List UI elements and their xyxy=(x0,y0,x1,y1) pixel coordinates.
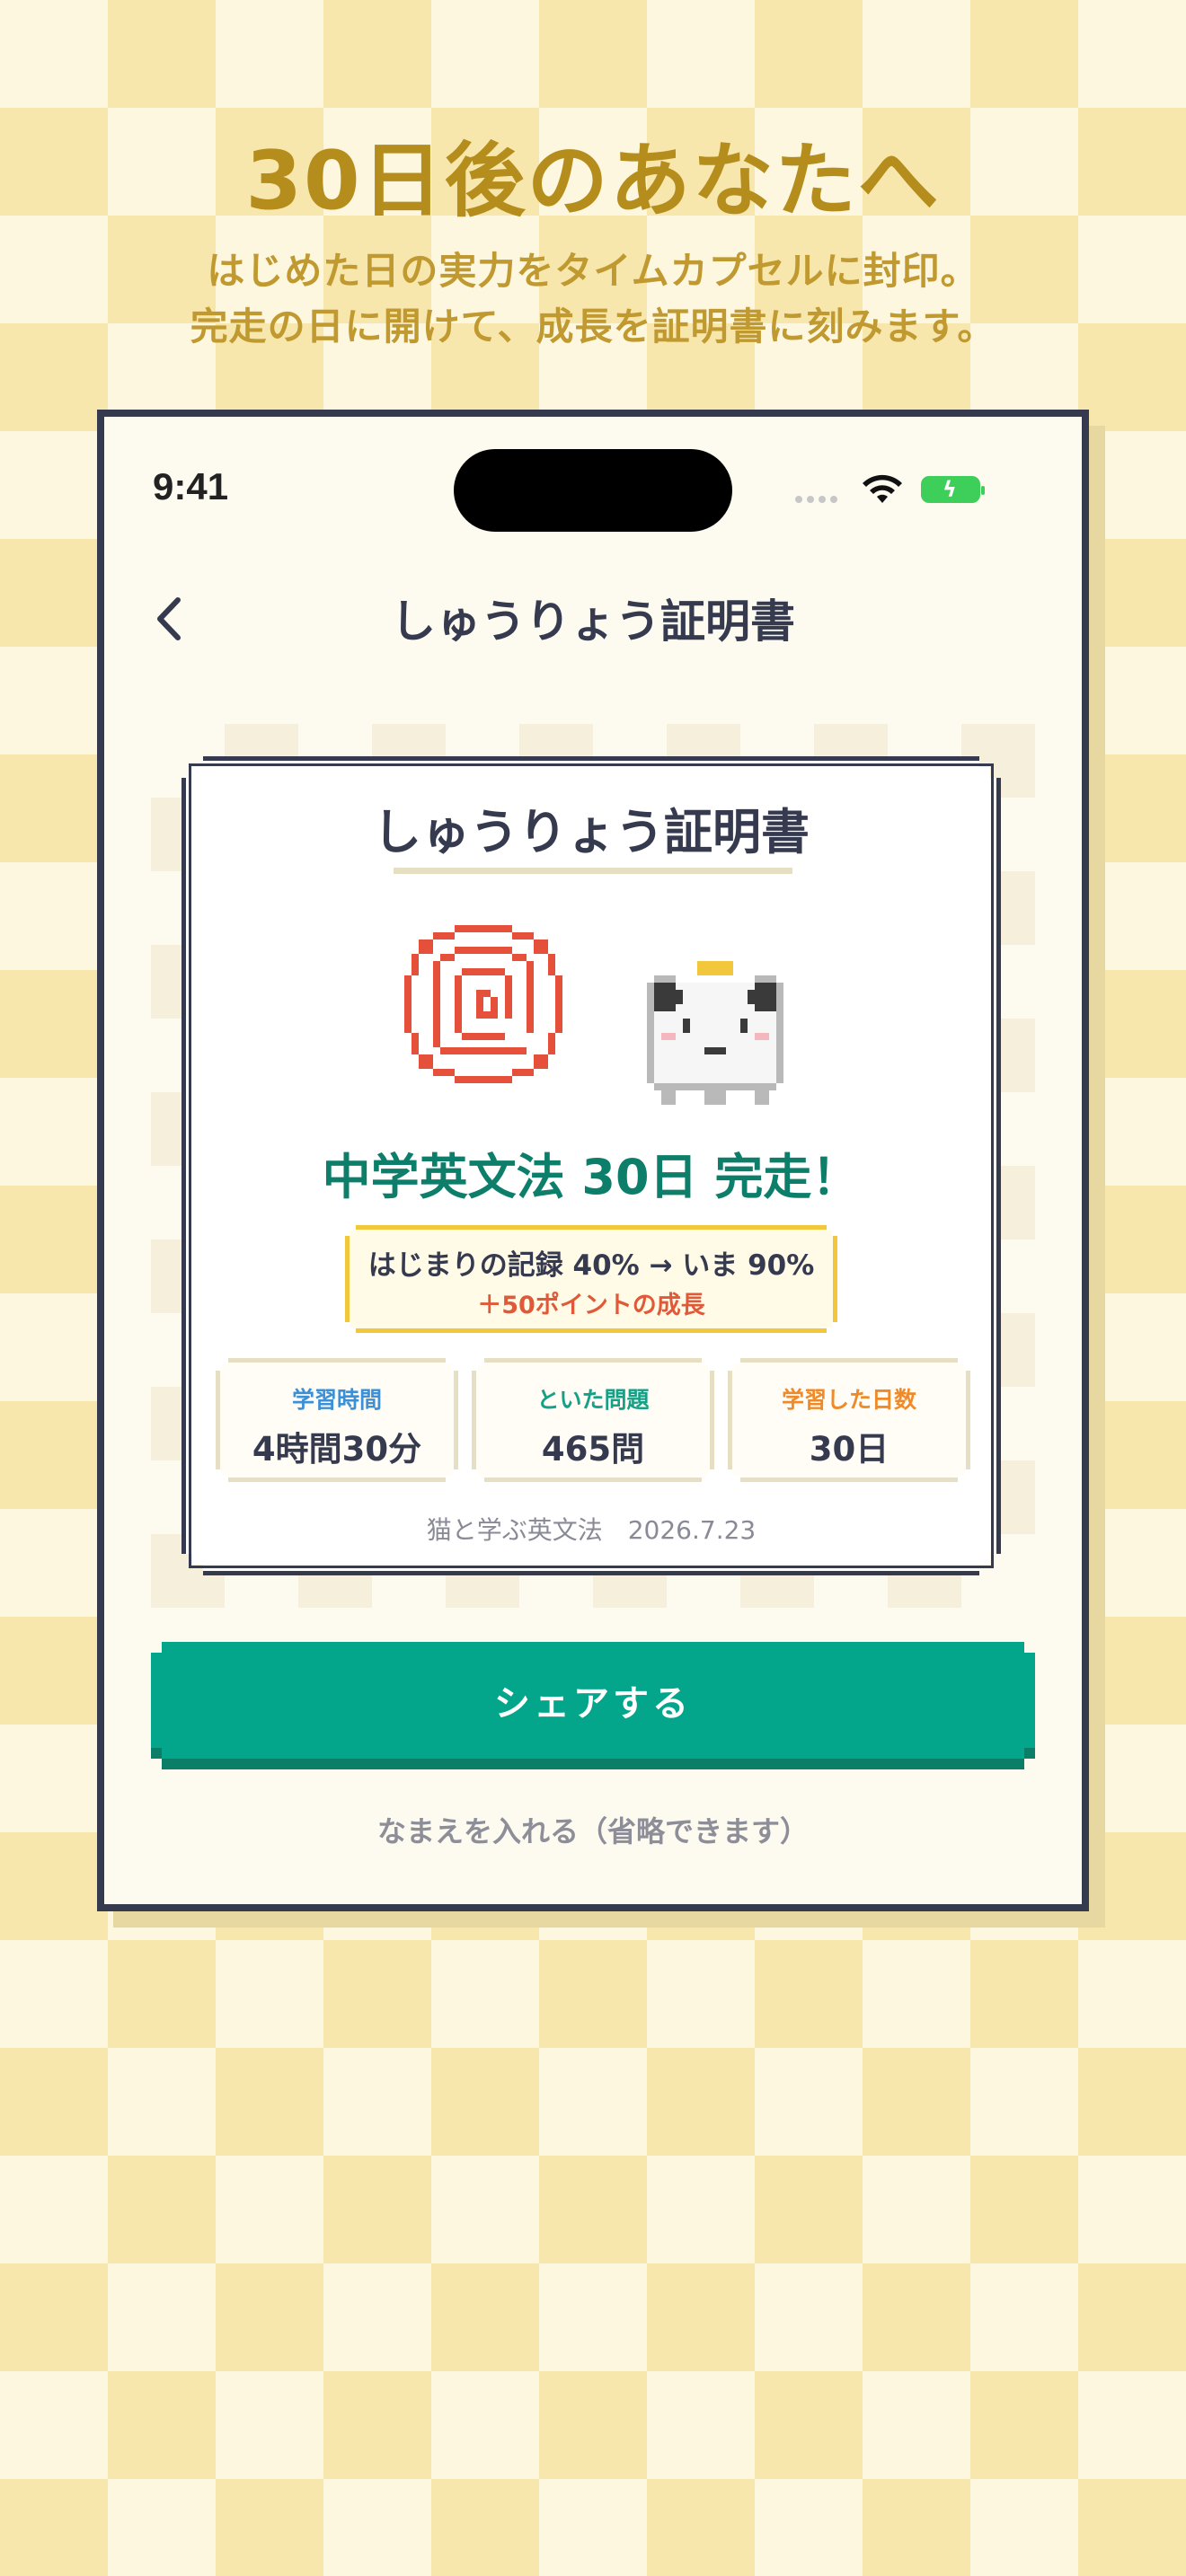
completion-message: 中学英文法 30日 完走！ xyxy=(322,1149,861,1205)
stat-solved-problems: といた問題 465問 xyxy=(472,1358,714,1482)
stat-label: といた問題 xyxy=(536,1387,650,1413)
wifi-icon xyxy=(863,474,902,503)
promo-subline: 完走の日に開けて、成長を証明書に刻みます。 xyxy=(190,304,996,348)
chevron-left-icon xyxy=(157,597,181,640)
certificate-title: しゅうりょう証明書 xyxy=(373,804,810,860)
app-name-and-date: 猫と学ぶ英文法 2026.7.23 xyxy=(426,1515,757,1545)
pixel-cat-with-crown-icon xyxy=(647,961,783,1105)
status-time: 9:41 xyxy=(153,465,229,507)
stat-study-days: 学習した日数 30日 xyxy=(728,1358,970,1482)
title-divider xyxy=(394,868,792,874)
record-growth: ＋50ポイントの成長 xyxy=(477,1292,705,1319)
stat-value: 465問 xyxy=(541,1430,645,1469)
stat-label: 学習時間 xyxy=(291,1387,382,1413)
signal-icon xyxy=(795,496,837,503)
stat-value: 30日 xyxy=(809,1430,890,1469)
promo-subline: はじめた日の実力をタイムカプセルに封印。 xyxy=(207,249,979,293)
stat-value: 4時間30分 xyxy=(252,1430,422,1469)
promo-headline: 30日後のあなたへ xyxy=(245,134,941,228)
enter-name-link[interactable]: なまえを入れる（省略できます） xyxy=(151,1809,1035,1850)
dynamic-island xyxy=(454,449,732,532)
stat-study-time: 学習時間 4時間30分 xyxy=(216,1358,458,1482)
progress-record-box: はじまりの記録 40% → いま 90% ＋50ポイントの成長 xyxy=(345,1225,837,1333)
status-icons: ϟ xyxy=(795,467,993,512)
red-spiral-stamp-icon xyxy=(404,925,562,1083)
stat-label: 学習した日数 xyxy=(781,1387,916,1413)
page-title: しゅうりょう証明書 xyxy=(391,595,795,648)
record-score: はじまりの記録 40% → いま 90% xyxy=(367,1249,815,1282)
battery-icon: ϟ xyxy=(921,476,985,503)
back-button[interactable] xyxy=(144,587,198,650)
share-button[interactable]: シェアする xyxy=(151,1642,1035,1759)
